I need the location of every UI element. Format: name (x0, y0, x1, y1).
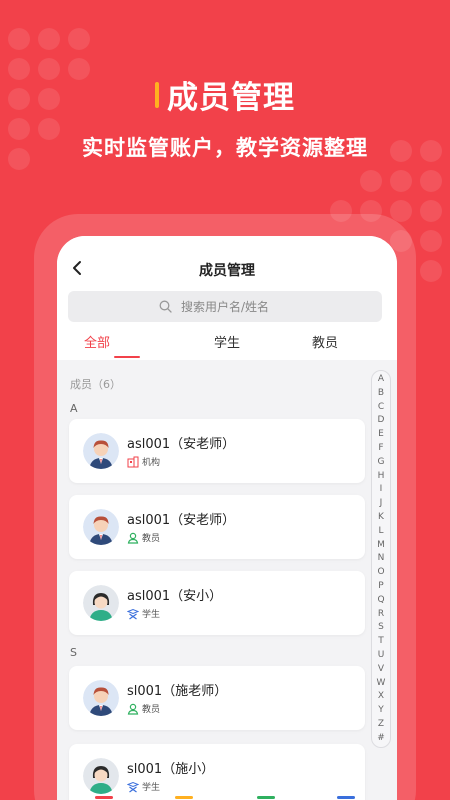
student-icon (127, 781, 139, 793)
member-name: sl001（施老师） (127, 684, 228, 699)
tab-teachers[interactable]: 教员 (285, 332, 365, 351)
search-input[interactable] (181, 299, 291, 314)
male-avatar (83, 433, 119, 469)
search-bar[interactable] (68, 291, 382, 322)
az-letter-s[interactable]: S (378, 623, 384, 632)
az-letter-hash[interactable]: # (377, 733, 385, 743)
member-card[interactable]: sl001（施小） 学生 (69, 744, 365, 800)
student-icon (127, 608, 139, 620)
az-letter-t[interactable]: T (378, 637, 384, 646)
hero-title-text: 成员管理 (167, 80, 295, 116)
az-letter-u[interactable]: U (378, 650, 385, 660)
tab-active-indicator (114, 356, 140, 358)
building-icon (127, 456, 139, 468)
az-letter-b[interactable]: B (378, 388, 384, 398)
hero-accent-bar (155, 81, 159, 108)
az-letter-i[interactable]: I (380, 485, 383, 494)
app-header: 成员管理 全部 学生 教员 (57, 236, 397, 360)
az-letter-d[interactable]: D (378, 416, 385, 425)
member-card[interactable]: asl001（安老师） 机构 (69, 419, 365, 483)
member-role: 学生 (127, 607, 160, 620)
az-letter-g[interactable]: G (378, 457, 385, 467)
member-role: 教员 (127, 531, 160, 544)
az-letter-k[interactable]: K (378, 512, 384, 522)
az-letter-e[interactable]: E (378, 430, 384, 439)
member-role-label: 教员 (142, 705, 161, 715)
az-letter-a[interactable]: A (378, 375, 384, 384)
person-icon (127, 532, 139, 544)
member-role-label: 机构 (142, 458, 161, 468)
member-card[interactable]: asl001（安小） 学生 (69, 571, 365, 635)
member-role-label: 学生 (142, 783, 161, 793)
section-header-s: S (70, 646, 77, 659)
az-letter-z[interactable]: Z (378, 719, 384, 729)
tab-students[interactable]: 学生 (187, 332, 267, 351)
phone-screen: 成员管理 全部 学生 教员 成员（6） A (57, 236, 397, 800)
az-letter-j[interactable]: J (380, 499, 383, 508)
az-letter-n[interactable]: N (378, 554, 385, 563)
az-letter-p[interactable]: P (378, 581, 383, 591)
member-card[interactable]: sl001（施老师） 教员 (69, 666, 365, 730)
az-letter-o[interactable]: O (377, 568, 384, 577)
female-avatar (83, 585, 119, 621)
member-count: 成员（6） (70, 378, 121, 391)
member-role: 教员 (127, 702, 160, 715)
az-letter-c[interactable]: C (378, 402, 384, 412)
az-letter-q[interactable]: Q (377, 595, 384, 605)
tab-all[interactable]: 全部 (57, 332, 137, 351)
tab-bar: 全部 学生 教员 (57, 332, 397, 360)
page-title: 成员管理 (199, 263, 255, 279)
female-avatar (83, 758, 119, 794)
member-card[interactable]: asl001（安老师） 教员 (69, 495, 365, 559)
az-letter-f[interactable]: F (378, 443, 383, 453)
member-name: asl001（安老师） (127, 437, 236, 452)
member-name: asl001（安老师） (127, 513, 236, 528)
section-header-a: A (70, 402, 78, 415)
az-letter-x[interactable]: X (378, 692, 384, 701)
male-avatar (83, 509, 119, 545)
hero-subtitle: 实时监管账户，教学资源整理 (82, 136, 368, 160)
member-name: sl001（施小） (127, 762, 215, 777)
hero-title: 成员管理 (0, 72, 450, 117)
member-role-label: 教员 (142, 534, 161, 544)
az-letter-y[interactable]: Y (378, 706, 384, 715)
az-letter-r[interactable]: R (378, 609, 384, 619)
bottom-tab-bar-peek (57, 796, 397, 800)
member-role-label: 学生 (142, 610, 161, 620)
search-icon (159, 300, 172, 313)
az-letter-h[interactable]: H (378, 471, 385, 481)
member-role: 学生 (127, 780, 160, 793)
az-letter-l[interactable]: L (378, 526, 383, 536)
member-role: 机构 (127, 455, 160, 468)
person-icon (127, 703, 139, 715)
member-name: asl001（安小） (127, 589, 223, 604)
alphabet-index[interactable]: A B C D E F G H I J K L M N O P Q R S T … (371, 370, 391, 748)
az-letter-m[interactable]: M (377, 540, 385, 550)
az-letter-w[interactable]: W (377, 678, 386, 688)
male-avatar (83, 680, 119, 716)
az-letter-v[interactable]: V (378, 664, 384, 674)
